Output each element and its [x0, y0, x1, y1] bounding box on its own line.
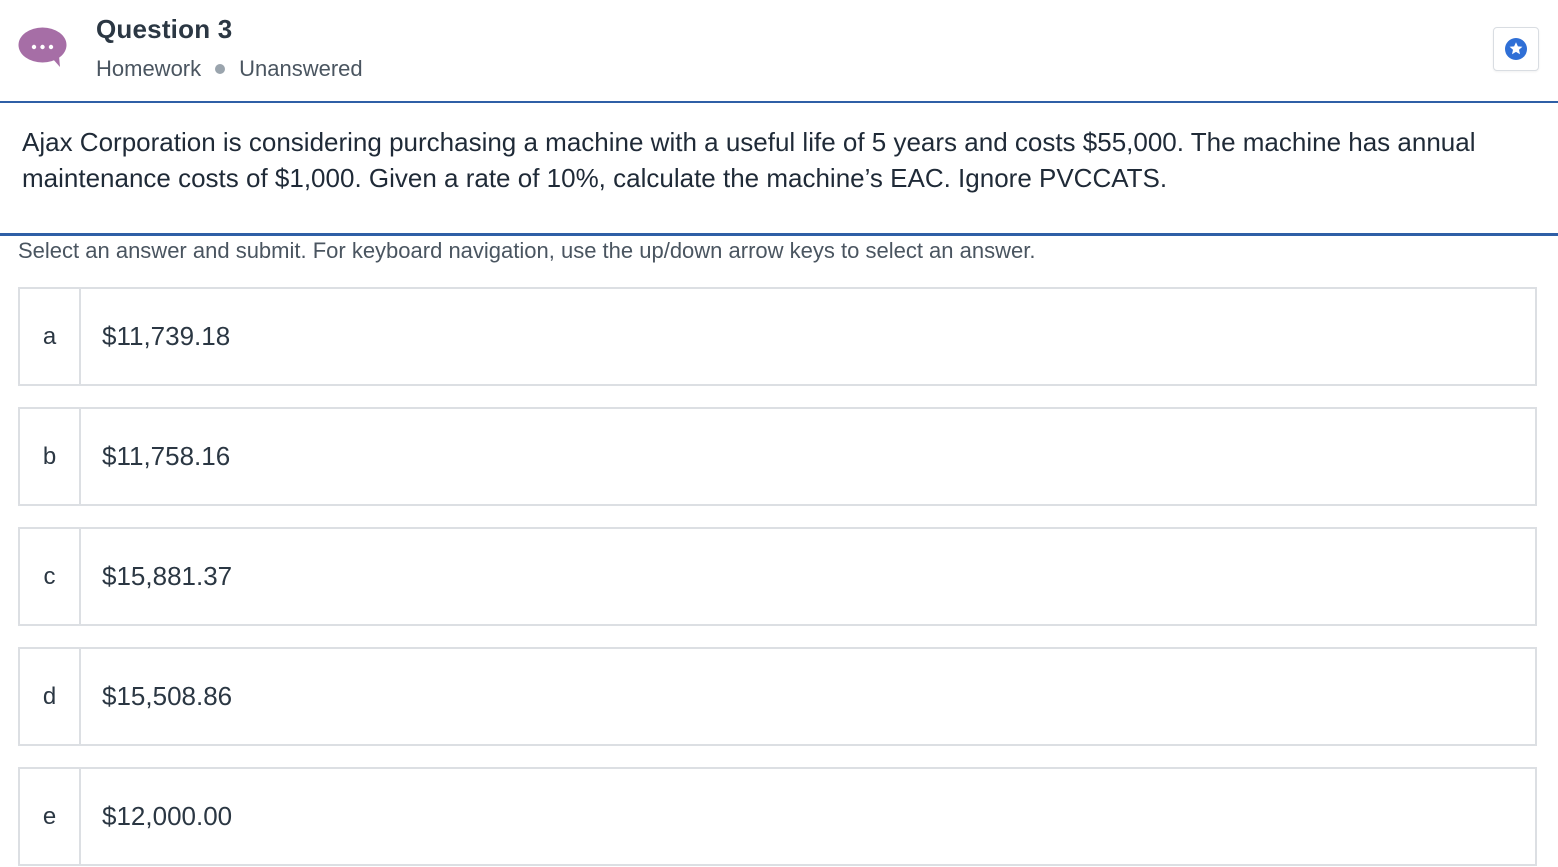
option-letter: b [20, 409, 81, 504]
option-value: $12,000.00 [102, 801, 233, 831]
question-title: Question 3 [96, 14, 233, 44]
star-icon [1505, 38, 1527, 60]
option-value: $15,508.86 [102, 681, 233, 711]
answer-option-b[interactable]: b $11,758.16 [18, 407, 1537, 506]
option-letter: c [20, 529, 81, 624]
chat-bubble-icon[interactable] [18, 27, 67, 67]
question-header: Question 3 Homework Unanswered [0, 0, 1558, 103]
instructions-text: Select an answer and submit. For keyboar… [18, 238, 1036, 263]
option-letter: e [20, 769, 81, 864]
answer-option-d[interactable]: d $15,508.86 [18, 647, 1537, 746]
category-label: Homework [96, 56, 202, 81]
answer-option-c[interactable]: c $15,881.37 [18, 527, 1537, 626]
question-meta: Homework Unanswered [96, 56, 363, 82]
answer-option-e[interactable]: e $12,000.00 [18, 767, 1537, 866]
status-label: Unanswered [239, 56, 363, 81]
answer-option-a[interactable]: a $11,739.18 [18, 287, 1537, 386]
option-value: $15,881.37 [102, 561, 233, 591]
option-letter: a [20, 289, 81, 384]
section-divider [0, 233, 1558, 236]
bookmark-button[interactable] [1493, 27, 1539, 71]
separator-dot [215, 64, 226, 74]
option-value: $11,758.16 [102, 441, 231, 471]
option-letter: d [20, 649, 81, 744]
question-text: Ajax Corporation is considering purchasi… [22, 127, 1476, 193]
option-value: $11,739.18 [102, 321, 231, 351]
